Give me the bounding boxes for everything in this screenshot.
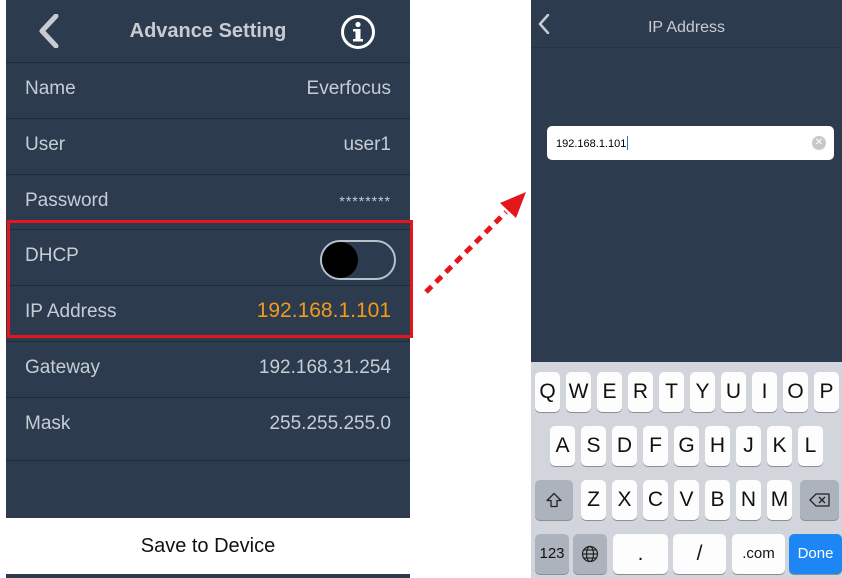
dotcom-key[interactable]: .com [732, 534, 785, 574]
key-l[interactable]: L [798, 426, 823, 466]
key-j[interactable]: J [736, 426, 761, 466]
key-v[interactable]: V [674, 480, 699, 520]
password-value: ******** [339, 193, 391, 209]
ip-input-text: 192.168.1.101 [556, 136, 629, 150]
save-to-device-button[interactable]: Save to Device [6, 518, 410, 574]
gateway-value: 192.168.31.254 [258, 357, 391, 378]
key-h[interactable]: H [705, 426, 730, 466]
key-s[interactable]: S [581, 426, 606, 466]
nav-bar: IP Address [531, 0, 842, 48]
ip-input-value: 192.168.1.101 [556, 138, 627, 150]
text-caret [627, 136, 629, 150]
key-u[interactable]: U [721, 372, 746, 412]
name-value: Everfocus [306, 78, 391, 99]
row-label: Gateway [25, 357, 100, 378]
globe-key[interactable] [573, 534, 607, 574]
row-user[interactable]: User user1 [6, 118, 410, 174]
clear-icon[interactable]: ✕ [812, 136, 826, 150]
row-label: Mask [25, 413, 71, 434]
key-z[interactable]: Z [581, 480, 606, 520]
key-r[interactable]: R [628, 372, 653, 412]
nav-bar: Advance Setting [6, 0, 410, 62]
row-label: Password [25, 190, 109, 211]
shift-icon [546, 493, 562, 508]
mask-value: 255.255.255.0 [269, 413, 391, 434]
key-c[interactable]: C [643, 480, 668, 520]
key-m[interactable]: M [767, 480, 792, 520]
key-i[interactable]: I [752, 372, 777, 412]
key-y[interactable]: Y [690, 372, 715, 412]
dotted-arrow-icon [424, 192, 526, 294]
key-w[interactable]: W [566, 372, 591, 412]
numbers-key[interactable]: 123 [535, 534, 569, 574]
page-title: IP Address [647, 19, 726, 36]
key-k[interactable]: K [767, 426, 792, 466]
backspace-icon [808, 493, 830, 508]
backspace-key[interactable] [800, 480, 839, 520]
key-d[interactable]: D [612, 426, 637, 466]
key-e[interactable]: E [597, 372, 622, 412]
row-gateway[interactable]: Gateway 192.168.31.254 [6, 341, 410, 397]
key-n[interactable]: N [736, 480, 761, 520]
slash-key[interactable]: / [673, 534, 726, 574]
ip-address-screen: IP Address 192.168.1.101 ✕ Q W E R T Y U… [531, 0, 842, 578]
row-label: User [25, 134, 66, 155]
empty-row [6, 460, 410, 519]
ip-address-input[interactable]: 192.168.1.101 ✕ [547, 126, 834, 160]
done-button[interactable]: Done [789, 534, 842, 574]
keyboard: Q W E R T Y U I O P A S D F G H J K L Z … [531, 362, 842, 578]
row-name[interactable]: Name Everfocus [6, 62, 410, 118]
row-mask[interactable]: Mask 255.255.255.0 [6, 397, 410, 453]
key-o[interactable]: O [783, 372, 808, 412]
highlight-box [7, 220, 413, 338]
bottom-edge [6, 574, 410, 578]
info-icon[interactable] [340, 14, 376, 50]
user-value: user1 [343, 134, 391, 155]
key-q[interactable]: Q [535, 372, 560, 412]
key-p[interactable]: P [814, 372, 839, 412]
period-key[interactable]: . [613, 534, 668, 574]
globe-icon [581, 546, 599, 563]
key-f[interactable]: F [643, 426, 668, 466]
shift-key[interactable] [535, 480, 573, 520]
key-b[interactable]: B [705, 480, 730, 520]
key-t[interactable]: T [659, 372, 684, 412]
row-label: Name [25, 78, 76, 99]
key-g[interactable]: G [674, 426, 699, 466]
key-x[interactable]: X [612, 480, 637, 520]
key-a[interactable]: A [550, 426, 575, 466]
